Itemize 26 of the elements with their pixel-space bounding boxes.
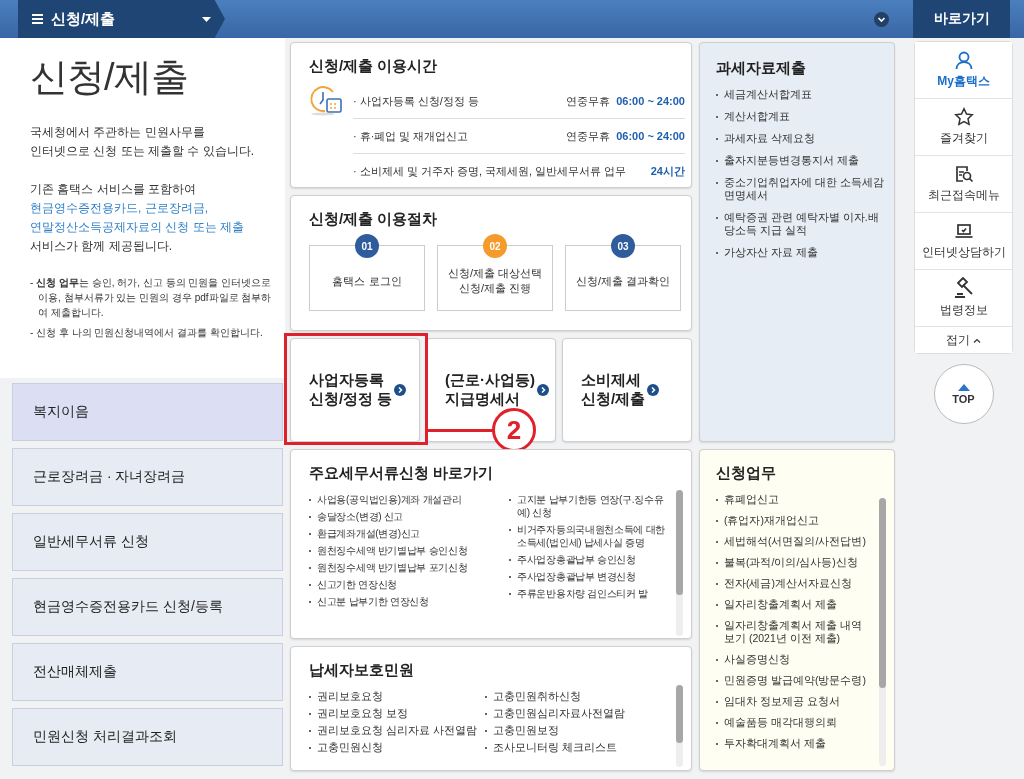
card-title: 주요세무서류신청 바로가기 <box>309 464 495 483</box>
hours-label: · 휴·폐업 및 재개업신고 <box>353 128 470 144</box>
hours-label: · 사업자등록 신청/정정 등 <box>353 93 480 109</box>
hours-time: 06:00 ~ 24:00 <box>616 95 685 107</box>
intro-paragraph: 기존 홈택스 서비스를 포함하여 현금영수증전용카드, 근로장려금, 연말정산소득공제자료의 신청 또는 제출 서비스가 함께 제공됩니다. <box>30 181 245 255</box>
step-number: 01 <box>355 234 379 258</box>
page-title: 신청/제출 <box>30 55 189 100</box>
hours-note: 연중무휴 <box>566 128 611 144</box>
hours-time: 06:00 ~ 24:00 <box>616 130 685 142</box>
card-title: 신청/제출 이용시간 <box>309 57 439 76</box>
hours-note: 연중무휴 <box>566 93 611 109</box>
step-number: 02 <box>483 234 507 258</box>
note-text: - 신청 후 나의 민원신청내역에서 결과를 확인합니다. <box>30 326 264 340</box>
intro-paragraph: 국세청에서 주관하는 민원사무를 인터넷으로 신청 또는 제출할 수 있습니다. <box>30 124 255 160</box>
card-title: 납세자보호민원 <box>309 661 415 680</box>
step-label: 신청/제출 결과확인 <box>575 273 671 289</box>
step-label: 홈택스 로그인 <box>332 273 402 289</box>
step-label: 신청/제출 대상선택 <box>447 266 543 281</box>
card-title: 신청업무 <box>716 464 777 483</box>
note-text: - 신청 업무는 승인, 허가, 신고 등의 민원을 인터넷으로 이용, 첨부서류가 있는 민원의 경우 pdf파일로 첨부하여 제출합니다. <box>30 276 273 320</box>
step-number: 03 <box>611 234 635 258</box>
card-title: 과세자료제출 <box>716 59 807 78</box>
card-title: 신청/제출 이용절차 <box>309 210 439 229</box>
step-label: 신청/제출 진행 <box>458 281 532 296</box>
hours-label: · 소비제세 및 거주자 증명, 국제세원, 일반세무서류 업무 <box>353 163 628 179</box>
hours-time: 24시간 <box>650 163 685 179</box>
